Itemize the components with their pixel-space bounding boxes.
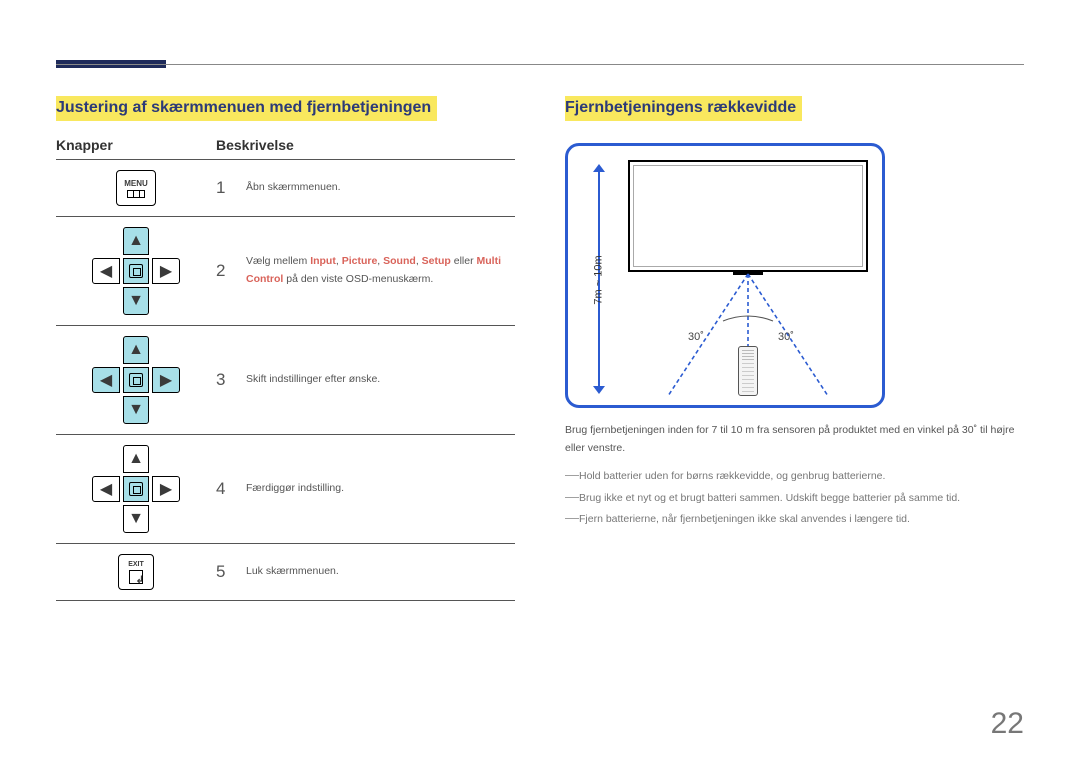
table-row: MENU 1 Åbn skærmmenuen. [56,160,515,217]
row-number: 4 [216,479,246,499]
dpad-icon: ▲ ▼ ◀ ▶ [92,445,180,533]
row-description: Skift indstillinger efter ønske. [246,371,515,389]
table-header-description: Beskrivelse [216,137,294,153]
range-paragraph: Brug fjernbetjeningen inden for 7 til 10… [565,422,1024,458]
dpad-left-icon: ◀ [92,258,120,284]
left-column: Justering af skærmmenuen med fjernbetjen… [56,96,515,601]
row-description: Vælg mellem Input, Picture, Sound, Setup… [246,253,515,289]
exit-button-label: EXIT [128,561,144,568]
dpad-center-icon [123,258,149,284]
dpad-icon: ▲ ▼ ◀ ▶ [92,227,180,315]
dpad-icon: ▲ ▼ ◀ ▶ [92,336,180,424]
dpad-down-icon: ▼ [123,287,149,315]
table-row: ▲ ▼ ◀ ▶ 3 Skift indstillinger efter ønsk… [56,326,515,435]
exit-arrow-icon [129,570,143,584]
row-number: 2 [216,261,246,281]
table-row: ▲ ▼ ◀ ▶ 4 Færdiggør indstilling. [56,435,515,544]
right-column: Fjernbetjeningens rækkevidde 7m ~ 10m 30… [565,96,1024,601]
table-header-buttons: Knapper [56,137,216,153]
dpad-right-icon: ▶ [152,258,180,284]
dpad-center-icon [123,476,149,502]
menu-bars-icon [127,190,145,198]
remote-control-icon [738,346,758,396]
dpad-right-icon: ▶ [152,476,180,502]
note-item: Fjern batterierne, når fjernbetjeningen … [565,511,1024,529]
row-number: 1 [216,178,246,198]
note-item: Hold batterier uden for børns rækkevidde… [565,468,1024,486]
left-section-heading: Justering af skærmmenuen med fjernbetjen… [56,96,437,121]
row-description: Åbn skærmmenuen. [246,179,515,197]
row-number: 3 [216,370,246,390]
dpad-center-icon [123,367,149,393]
table-row: EXIT 5 Luk skærmmenuen. [56,544,515,601]
table-header: Knapper Beskrivelse [56,137,515,160]
right-section-heading: Fjernbetjeningens rækkevidde [565,96,802,121]
row-description: Luk skærmmenuen. [246,563,515,581]
dpad-up-icon: ▲ [123,227,149,255]
dpad-up-icon: ▲ [123,445,149,473]
dpad-left-icon: ◀ [92,476,120,502]
dpad-down-icon: ▼ [123,396,149,424]
angle-left-label: 30˚ [688,331,704,343]
signal-cone-icon [568,146,888,411]
dpad-up-icon: ▲ [123,336,149,364]
row-number: 5 [216,562,246,582]
row-description: Færdiggør indstilling. [246,480,515,498]
header-rule [56,64,1024,65]
angle-right-label: 30˚ [778,331,794,343]
dpad-down-icon: ▼ [123,505,149,533]
dpad-left-icon: ◀ [92,367,120,393]
note-item: Brug ikke et nyt og et brugt batteri sam… [565,490,1024,508]
menu-button-icon: MENU [116,170,156,206]
page-number: 22 [991,707,1024,741]
range-diagram: 7m ~ 10m 30˚ 30˚ [565,143,885,408]
menu-button-label: MENU [124,179,148,188]
exit-button-icon: EXIT [118,554,154,590]
table-row: ▲ ▼ ◀ ▶ 2 Vælg mellem Input, Picture, So… [56,217,515,326]
dpad-right-icon: ▶ [152,367,180,393]
